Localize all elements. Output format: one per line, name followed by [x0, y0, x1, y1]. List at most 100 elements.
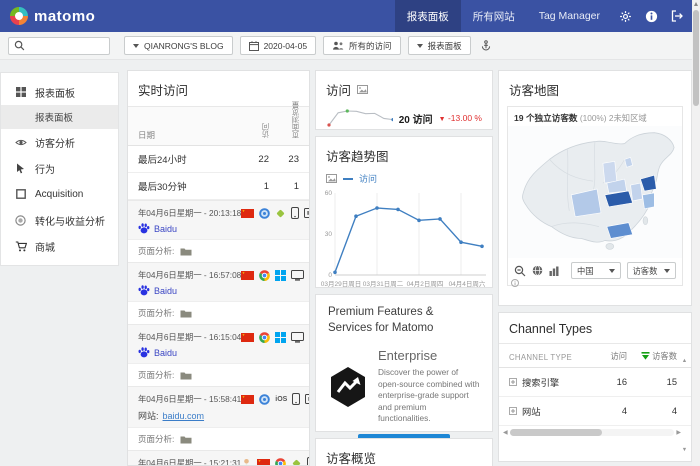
- resolution-icon: [305, 394, 309, 404]
- expand-icon[interactable]: [509, 407, 517, 415]
- chevron-down-icon: [608, 268, 615, 273]
- safari-browser-icon: [259, 393, 271, 405]
- scrollbar-thumb[interactable]: [693, 10, 699, 106]
- visitor-log-entry: 年04月6日星期一 - 20:13:18 Baidu: [128, 200, 309, 239]
- zoom-out-icon[interactable]: [514, 265, 526, 277]
- mobile-device-icon: [291, 207, 300, 219]
- sidebar-item-acquisition[interactable]: Acquisition: [1, 181, 118, 207]
- image-export-icon[interactable]: [326, 174, 337, 183]
- sidebar-item-ecommerce[interactable]: 商城: [1, 233, 118, 259]
- table-row[interactable]: 搜索引擎 16 15: [499, 368, 691, 397]
- chevron-down-icon: [416, 43, 423, 48]
- china-map[interactable]: [508, 126, 682, 258]
- map-region-medium[interactable]: [642, 192, 655, 210]
- globe-icon[interactable]: [532, 265, 543, 276]
- channel-visits: 16: [616, 377, 627, 387]
- page-scrollbar[interactable]: [692, 0, 700, 466]
- legend-label[interactable]: 访问: [359, 172, 377, 185]
- sidebar-subitem-dashboard[interactable]: 报表面板: [1, 105, 118, 129]
- navbar-menu: 报表面板 所有网站 Tag Manager: [394, 0, 690, 32]
- sidebar-item-goals[interactable]: 转化与收益分析: [1, 207, 118, 233]
- folder-icon[interactable]: [180, 309, 192, 318]
- sidebar-item-behaviour[interactable]: 行为: [1, 155, 118, 181]
- table-row[interactable]: 网站 4 4: [499, 397, 691, 426]
- horizontal-scrollbar[interactable]: ◀ ▶: [503, 428, 681, 437]
- scroll-down-icon[interactable]: ▼: [682, 447, 687, 454]
- nav-all-websites[interactable]: 所有网站: [461, 0, 527, 32]
- date-picker-button[interactable]: 2020-04-05: [239, 36, 317, 55]
- channel-name: 网站: [522, 407, 541, 417]
- legend-line-swatch: [343, 177, 353, 180]
- map-region-light[interactable]: [630, 182, 643, 202]
- vertical-scrollbar[interactable]: ▲ ▼: [681, 358, 688, 454]
- help-info-icon[interactable]: [638, 0, 664, 32]
- dashboard-selector-button[interactable]: 报表面板: [407, 36, 471, 55]
- unknown-regions: 2未知区域: [608, 113, 647, 123]
- desktop-device-icon: [291, 331, 305, 343]
- search-input[interactable]: [8, 36, 110, 55]
- visitor-avatar-icon: [241, 458, 252, 465]
- referrer-label[interactable]: Baidu: [154, 224, 177, 234]
- scroll-left-icon[interactable]: ◀: [503, 430, 508, 436]
- top-navbar: matomo 报表面板 所有网站 Tag Manager: [0, 0, 700, 32]
- square-icon: [14, 189, 27, 199]
- chart-legend: 访问: [316, 172, 492, 185]
- nav-tag-manager[interactable]: Tag Manager: [527, 0, 612, 32]
- map-metric-select[interactable]: 访客数: [626, 262, 676, 279]
- site-selector-button[interactable]: QIANRONG'S BLOG: [124, 36, 233, 55]
- baidu-paw-icon: [138, 285, 150, 296]
- image-export-icon[interactable]: [357, 85, 369, 94]
- dashboard-selector-label: 报表面板: [427, 40, 462, 51]
- visit-time: 年04月6日星期一 - 20:13:18: [138, 208, 242, 218]
- visitor-log-entry: 年04月6日星期一 - 16:15:04 Baidu: [128, 324, 309, 363]
- chrome-browser-icon: [259, 269, 271, 281]
- scrollbar-thumb[interactable]: [509, 429, 602, 436]
- visits-sparkline[interactable]: [326, 108, 393, 128]
- sidebar-item-dashboard[interactable]: 报表面板: [1, 79, 118, 105]
- col-visitors[interactable]: 访客数: [627, 350, 677, 362]
- segment-selector-button[interactable]: 所有的访问: [323, 36, 401, 55]
- channel-visits: 4: [621, 406, 627, 416]
- scroll-up-icon[interactable]: [693, 2, 698, 6]
- folder-icon[interactable]: [180, 435, 192, 444]
- matomo-home-link[interactable]: matomo: [10, 7, 95, 25]
- expand-icon[interactable]: [509, 378, 517, 386]
- baidu-paw-icon: [138, 223, 150, 234]
- map-region-select[interactable]: 中国: [571, 262, 621, 279]
- signout-icon[interactable]: [664, 0, 690, 32]
- visitor-trend-chart[interactable]: 0 30 60 03月29日周日 03月31日周二 04月2日周四 04月4日周六: [320, 185, 490, 291]
- sidebar-item-label: 访客分析: [35, 138, 75, 150]
- referrer-link[interactable]: baidu.com: [163, 411, 205, 421]
- sidebar-item-visitors[interactable]: 访客分析: [1, 129, 118, 155]
- visits-widget: 访问 20 访问 ▼ -13.00 %: [315, 70, 493, 130]
- map-info-icon[interactable]: [511, 279, 519, 287]
- page-analysis-label: 页面分析:: [138, 246, 175, 256]
- bar-chart-icon[interactable]: [549, 266, 559, 276]
- folder-icon[interactable]: [180, 247, 192, 256]
- map-region-light[interactable]: [602, 161, 618, 184]
- anchor-icon[interactable]: [481, 40, 491, 51]
- chrome-browser-icon: [259, 331, 271, 343]
- scroll-up-icon[interactable]: ▲: [682, 358, 687, 365]
- mobile-device-icon: [307, 457, 309, 465]
- referrer-label[interactable]: Baidu: [154, 286, 177, 296]
- settings-gear-icon[interactable]: [612, 0, 638, 32]
- visit-time: 年04月6日星期一 - 16:15:04: [138, 332, 242, 342]
- brand-name: matomo: [34, 7, 96, 25]
- col-date: 日期: [138, 130, 156, 140]
- resolution-icon: [304, 208, 309, 218]
- nav-dashboard[interactable]: 报表面板: [394, 0, 461, 32]
- folder-icon[interactable]: [180, 371, 192, 380]
- col-visits[interactable]: 访问: [593, 350, 627, 362]
- referrer-label[interactable]: Baidu: [154, 348, 177, 358]
- page-analysis-label: 页面分析:: [138, 308, 175, 318]
- baidu-paw-icon: [138, 347, 150, 358]
- sidebar-subitem-label: 报表面板: [35, 113, 74, 124]
- visits-title: 访问: [326, 84, 352, 98]
- resolution-icon: [309, 270, 310, 280]
- col-channel-type[interactable]: CHANNEL TYPE: [509, 353, 593, 362]
- table-row: 最后24小时 22 23: [128, 146, 309, 173]
- control-bar: QIANRONG'S BLOG 2020-04-05 所有的访问 报表面板: [0, 32, 700, 60]
- chrome-browser-icon: [275, 457, 287, 465]
- svg-text:30: 30: [325, 231, 333, 238]
